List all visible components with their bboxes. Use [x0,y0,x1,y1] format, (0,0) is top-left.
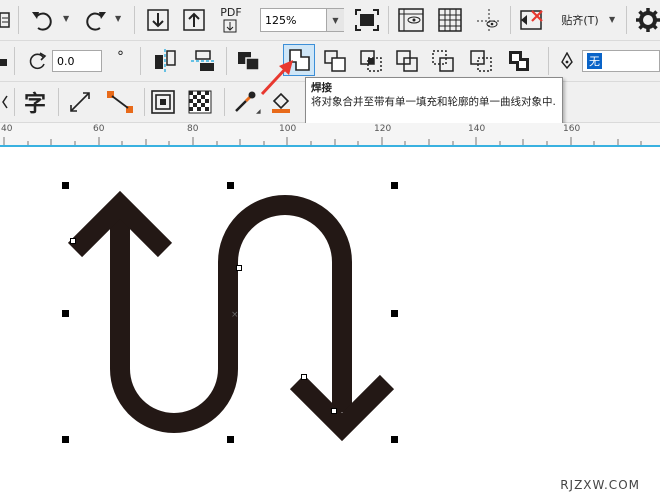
selection-handle[interactable] [62,436,69,443]
horizontal-ruler[interactable]: 40 60 80 100 120 140 160 [0,123,660,147]
separator [14,47,15,75]
lock-icon[interactable] [0,53,8,69]
separator [626,6,627,34]
export-icon[interactable] [180,6,208,34]
tooltip-title: 焊接 [311,82,332,94]
selection-handle[interactable] [227,436,234,443]
rotation-angle-value: 0.0 [57,54,75,68]
align-left-icon[interactable] [0,8,12,32]
pointer-arrow-icon [260,60,293,96]
separator [226,47,227,75]
property-bar: 0.0 ° 无 [0,41,660,82]
watermark-text: RJZXW.COM [560,478,640,492]
settings-icon[interactable] [634,6,660,34]
dimension-icon[interactable] [65,87,95,117]
welded-arrow-shape[interactable]: × [0,147,660,494]
svg-text:×: × [231,310,239,320]
ruler-label: 80 [187,124,199,134]
curve-node[interactable] [236,265,242,271]
snap-dropdown-icon[interactable]: ▼ [609,15,615,24]
trim-icon[interactable] [320,46,350,76]
pen-icon [558,51,576,71]
separator [134,6,135,34]
standard-toolbar: ▼ ▼ PDF 125% ▼ 贴齐(T) ▼ [0,0,660,41]
redo-dropdown-icon[interactable]: ▼ [115,14,121,23]
outline-width-value: 无 [587,53,602,69]
redo-icon[interactable] [80,6,110,34]
selection-handle[interactable] [391,310,398,317]
selection-handle[interactable] [62,310,69,317]
ruler-label: 140 [468,124,486,134]
separator [140,47,141,75]
close-doc-icon[interactable] [517,5,547,35]
intersect-icon[interactable] [356,46,386,76]
view-rulers-icon[interactable] [395,5,427,35]
back-minus-front-icon[interactable] [466,46,496,76]
curve-node[interactable] [331,408,337,414]
eyedropper-dropdown-icon[interactable]: ◢ [256,108,261,115]
tooltip-description: 将对象合并至带有单一填充和轮廓的单一曲线对象中. [311,96,556,108]
separator [144,88,145,116]
import-icon[interactable] [144,6,172,34]
collapse-icon[interactable] [0,90,10,114]
rotation-angle-input[interactable]: 0.0 [52,50,102,72]
separator [18,6,19,34]
simplify-icon[interactable] [392,46,422,76]
zoom-level-value: 125% [265,13,297,27]
zoom-dropdown-icon[interactable]: ▼ [326,9,344,31]
ruler-label: 60 [93,124,105,134]
weld-tooltip: 焊接 将对象合并至带有单一填充和轮廓的单一曲线对象中. [305,77,563,129]
mirror-horizontal-icon[interactable] [150,46,180,76]
transparency-icon[interactable] [185,87,215,117]
text-tool-glyph: 字 [23,92,46,117]
curve-node[interactable] [70,238,76,244]
outline-width-select[interactable]: 无 [582,50,660,72]
full-screen-icon[interactable] [352,6,382,34]
snap-to-label: 贴齐(T) [561,14,599,27]
drawing-canvas[interactable]: × RJZXW.COM [0,147,660,494]
ruler-label: 120 [374,124,392,134]
text-tool-icon[interactable]: 字 [20,88,50,117]
snap-to-button[interactable]: 贴齐(T) [555,9,605,31]
view-guides-icon[interactable] [472,5,504,35]
selection-handle[interactable] [227,182,234,189]
separator [388,6,389,34]
publish-pdf-icon[interactable]: PDF [214,4,248,36]
boundary-icon[interactable] [504,46,534,76]
front-minus-back-icon[interactable] [428,46,458,76]
undo-icon[interactable] [28,6,58,34]
selection-handle[interactable] [62,182,69,189]
ruler-label: 40 [1,124,13,134]
separator [224,88,225,116]
ruler-label: 160 [563,124,581,134]
selection-handle[interactable] [391,436,398,443]
view-grid-icon[interactable] [434,5,466,35]
degree-symbol: ° [117,49,124,65]
separator [548,47,549,75]
rotate-icon [28,51,48,71]
curve-node[interactable] [301,374,307,380]
pdf-label: PDF [220,6,242,19]
separator [510,6,511,34]
connector-icon[interactable] [103,87,137,117]
ruler-label: 100 [279,124,297,134]
separator [58,88,59,116]
contour-icon[interactable] [148,87,178,117]
undo-dropdown-icon[interactable]: ▼ [63,14,69,23]
selection-handle[interactable] [391,182,398,189]
separator [14,88,15,116]
mirror-vertical-icon[interactable] [188,46,218,76]
